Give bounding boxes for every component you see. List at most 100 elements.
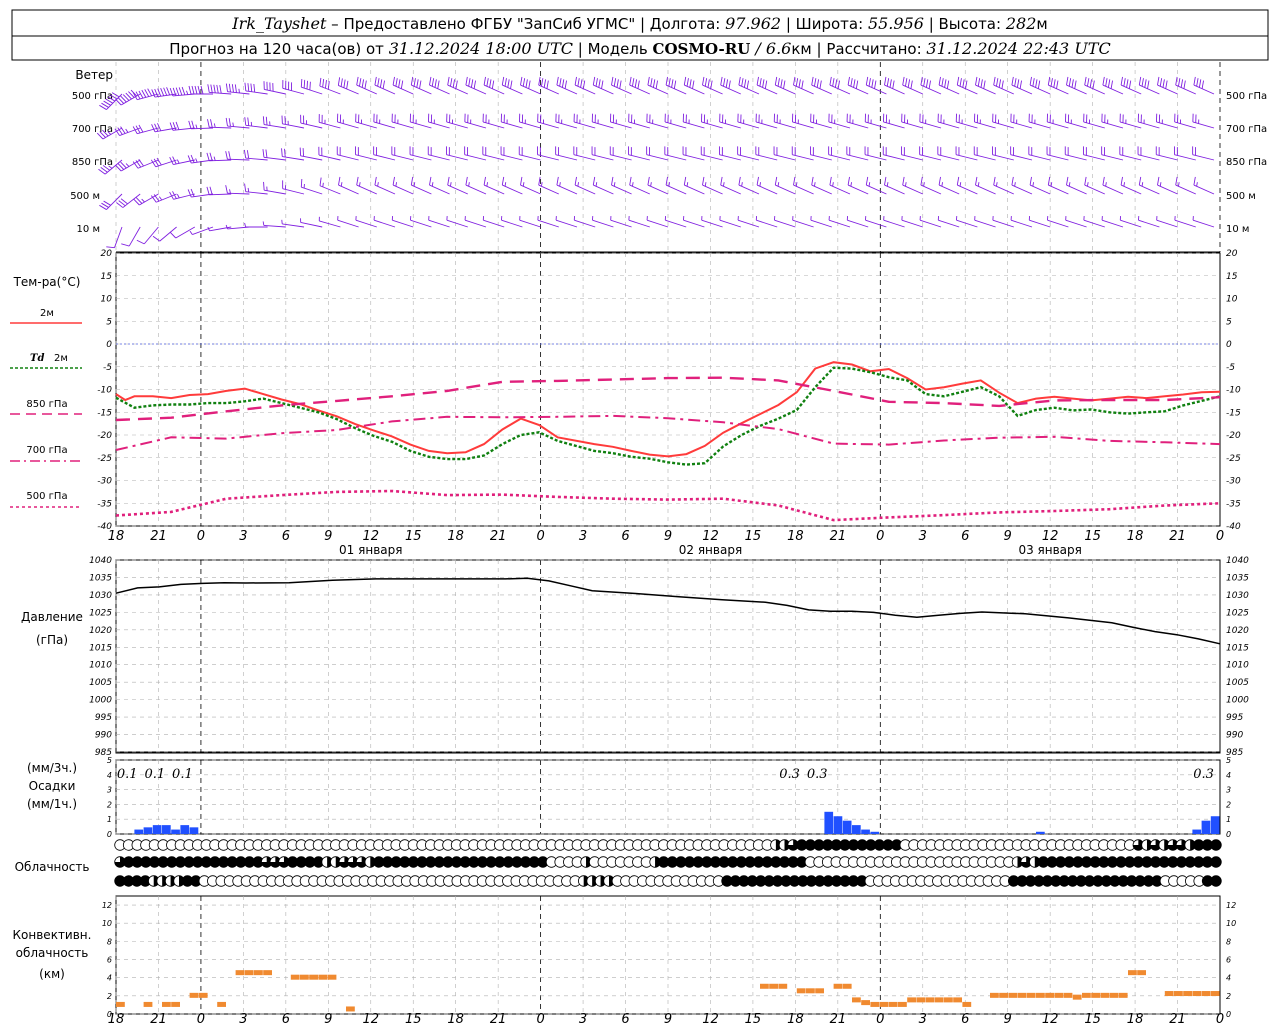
legend-td-label: Td	[30, 353, 44, 364]
wind-barb-feather	[837, 80, 840, 89]
wind-barb-staff	[828, 154, 851, 161]
wind-barb-feather	[419, 80, 422, 89]
wind-barb-feather	[1068, 78, 1072, 87]
convective-bar	[990, 992, 999, 998]
wind-barb-staff	[810, 154, 832, 161]
wind-barb-staff	[646, 121, 669, 129]
temp-ytick: -25	[97, 454, 112, 464]
precip-bar	[1192, 829, 1202, 834]
wind-barb-feather	[1037, 80, 1041, 89]
wind-barb-staff	[1083, 219, 1105, 228]
wind-barb-staff	[829, 84, 851, 95]
wind-barb-feather	[756, 176, 759, 186]
wind-barb-staff	[866, 184, 887, 195]
wind-barb-feather	[431, 78, 435, 87]
wind-level-10m-right: 10 м	[1226, 224, 1249, 235]
wind-barb-staff	[573, 154, 596, 161]
wind-barb-staff	[355, 121, 377, 129]
wind-barb-staff	[646, 154, 669, 161]
wind-barb-staff	[555, 121, 578, 129]
pressure-ytick-right: 995	[1226, 713, 1243, 723]
wind-barb-half-feather	[704, 182, 707, 187]
wind-barb-feather	[322, 78, 325, 88]
wind-barb-feather	[1120, 176, 1123, 186]
wind-barb-half-feather	[1196, 182, 1198, 187]
wind-barb-feather	[265, 149, 268, 158]
convective-bar	[1054, 992, 1064, 998]
wind-barb-staff	[282, 156, 305, 161]
wind-barb-feather	[592, 176, 596, 186]
wind-barb-staff	[555, 219, 578, 228]
wind-barb-staff	[465, 84, 487, 95]
wind-barb-half-feather	[189, 230, 193, 235]
wind-barb-feather	[151, 124, 156, 133]
x-tick-label-temp: 21	[150, 529, 167, 544]
wind-barb-staff	[355, 154, 377, 161]
wind-barb-staff	[864, 154, 887, 161]
precip-bar	[171, 829, 180, 834]
cloud-symbol	[1210, 875, 1222, 887]
precip-ytick-right: 0	[1226, 830, 1231, 839]
day-label: 01 января	[339, 543, 402, 557]
wind-barb-feather	[319, 77, 322, 87]
wind-barb-staff	[628, 121, 650, 129]
wind-barb-feather	[798, 79, 801, 88]
provider-text: Предоставлено ФГБУ "ЗапСиб УГМС" | Долго…	[343, 15, 725, 33]
wind-barb-feather	[1201, 80, 1204, 89]
wind-barb-staff	[1028, 121, 1051, 129]
wind-barb-feather	[592, 76, 596, 86]
wind-barb-feather	[207, 119, 210, 128]
wind-barb-staff	[756, 219, 778, 228]
wind-barb-feather	[1102, 176, 1105, 186]
pressure-title: Давление	[21, 610, 83, 624]
x-tick-label-temp: 6	[282, 529, 290, 544]
wind-level-500m: 500 м	[70, 191, 100, 202]
wind-barb-feather	[556, 176, 559, 186]
wind-barb-feather	[413, 78, 416, 87]
temp-ytick: -20	[97, 431, 112, 441]
pressure-ytick: 1030	[89, 591, 112, 601]
wind-barb-half-feather	[340, 182, 343, 187]
wind-barb-feather	[1047, 76, 1051, 86]
wind-barb-feather	[309, 81, 311, 91]
wind-barb-feather	[228, 118, 231, 127]
wind-barb-staff	[264, 88, 286, 95]
wind-barb-staff	[173, 159, 195, 166]
wind-barb-feather	[865, 176, 869, 186]
wind-barb-staff	[374, 84, 396, 95]
convective-bar	[1128, 970, 1137, 976]
convective-bar	[1091, 992, 1100, 998]
wind-barb-feather	[1196, 78, 1199, 87]
legend-t2m-label: 2м	[40, 308, 54, 319]
wind-barb-feather	[262, 149, 265, 158]
x-tick-label-temp: 18	[1127, 529, 1144, 544]
wind-barb-staff	[502, 184, 523, 195]
x-tick-label-bottom: 21	[1169, 1012, 1186, 1024]
x-tick-label-temp: 3	[919, 529, 927, 544]
wind-barb-half-feather	[213, 123, 216, 128]
convective-bar	[300, 974, 309, 980]
wind-barb-staff	[1048, 184, 1069, 195]
wind-barb-staff	[519, 154, 541, 161]
wind-barb-feather	[886, 78, 890, 87]
precip-value-label: 0.1	[144, 767, 165, 782]
wind-barb-feather	[163, 87, 168, 96]
wind-barb-staff	[720, 84, 741, 95]
precip-ytick: 4	[107, 771, 112, 780]
wind-barb-feather	[910, 80, 913, 89]
wind-barb-feather	[1144, 79, 1147, 88]
wind-barb-feather	[983, 80, 986, 89]
wind-barb-staff	[773, 154, 796, 161]
wind-barb-feather	[853, 79, 856, 88]
wind-barb-staff	[684, 184, 705, 195]
convective-bar	[1045, 992, 1054, 998]
header-line-2: Прогноз на 120 часа(ов) от 31.12.2024 18…	[169, 39, 1110, 58]
x-tick-label-bottom: 9	[664, 1012, 672, 1024]
wind-barb-feather	[601, 80, 604, 89]
wind-barb-feather	[160, 87, 165, 96]
wind-barb-feather	[157, 88, 162, 97]
wind-barb-feather	[756, 76, 759, 86]
wind-barb-feather	[941, 78, 944, 87]
precip-bar	[833, 816, 843, 834]
precip-bar	[1201, 820, 1211, 834]
